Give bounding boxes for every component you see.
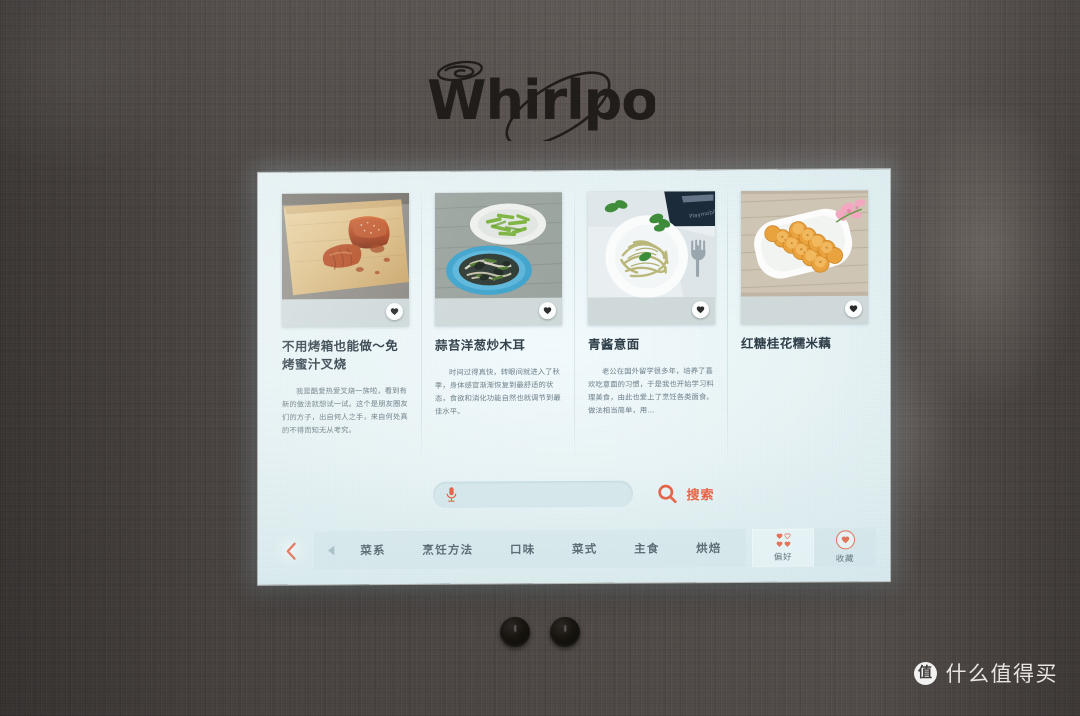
recipe-thumbnail[interactable] [741,190,868,324]
search-label: 搜索 [686,487,715,503]
watermark: 值 什么值得买 [913,658,1059,688]
door-knob-left[interactable] [500,617,530,647]
preferences-label: 偏好 [773,552,793,563]
nav-prev-button[interactable] [320,545,342,556]
back-button[interactable] [274,533,308,568]
tab-cooking-method[interactable]: 烹饪方法 [422,542,473,558]
recipe-card[interactable]: 不用烤箱也能做～免烤蜜汁叉烧 我是酷爱热爱叉烧一族啦，看到有新的做法就想试一试。… [268,180,421,473]
category-tab-strip: 菜系 烹饪方法 口味 菜式 主食 烘焙 [314,528,746,570]
heart-icon [390,308,399,315]
recipe-thumbnail[interactable] [282,193,409,327]
favorite-badge[interactable] [845,300,862,318]
favorite-badge[interactable] [386,303,403,321]
tab-flavor[interactable]: 口味 [510,541,536,557]
microphone-icon[interactable] [445,487,458,503]
recipe-photo-char-siu [282,193,409,300]
recipe-description: 老公在国外留学很多年，培养了喜欢吃意面的习惯，于是我也开始学习料理美食，由此也爱… [588,366,714,415]
heart-icon [543,307,552,315]
recipe-thumbnail[interactable] [435,192,562,326]
recipe-description: 时间过得真快，转眼间就进入了秋季，身体感官渐渐恢复到最舒适的状态，食欲和消化功能… [435,367,561,416]
magnifier-icon [657,483,678,504]
bottom-navigation-bar: 菜系 烹饪方法 口味 菜式 主食 烘焙 偏好 收藏 [258,521,890,577]
favorite-badge[interactable] [692,301,709,319]
hearts-grid-icon [776,533,791,548]
tab-staple-food[interactable]: 主食 [634,540,660,556]
tab-baking[interactable]: 烘焙 [696,540,722,556]
watermark-text: 什么值得买 [945,662,1058,686]
recipe-title: 青酱意面 [588,336,640,352]
triangle-left-icon [327,545,334,556]
tab-cuisine[interactable]: 菜系 [360,542,386,558]
ambient-glare-topleft [0,0,200,180]
category-tabs: 菜系 烹饪方法 口味 菜式 主食 烘焙 [342,540,740,558]
recipe-card[interactable]: Playmobil 青酱意面 老公在国外留学很多年，培养了喜欢吃意面的习惯，于是… [574,178,727,471]
recipe-thumbnail[interactable]: Playmobil [588,191,715,325]
recipe-card[interactable]: 红糖桂花糯米藕 [727,177,880,470]
chevron-left-icon [286,542,296,560]
door-knob-row [0,617,1080,647]
smart-display-screen[interactable]: 不用烤箱也能做～免烤蜜汁叉烧 我是酷爱热爱叉烧一族啦，看到有新的做法就想试一试。… [258,169,890,585]
favorite-badge[interactable] [539,302,556,320]
recipe-title: 蒜苔洋葱炒木耳 [435,337,526,353]
recipe-photo-lotus-root [741,190,868,297]
recipe-title: 红糖桂花糯米藕 [741,335,832,351]
search-input[interactable] [468,487,622,501]
tab-dish-style[interactable]: 菜式 [572,541,598,557]
heart-circle-icon [835,530,855,550]
recipe-photo-pesto-pasta: Playmobil [588,191,715,298]
recipe-title: 不用烤箱也能做～免烤蜜汁叉烧 [282,338,399,372]
search-button[interactable]: 搜索 [657,483,715,504]
search-field[interactable] [433,480,634,508]
side-action-group: 偏好 收藏 [752,528,876,567]
favorites-button[interactable]: 收藏 [814,528,876,566]
recipe-card[interactable]: 蒜苔洋葱炒木耳 时间过得真快，转眼间就进入了秋季，身体感官渐渐恢复到最舒适的状态… [421,179,574,472]
door-knob-right[interactable] [550,617,580,647]
watermark-badge: 值 [913,661,937,685]
heart-icon [849,305,858,313]
heart-icon [696,306,705,314]
preferences-button[interactable]: 偏好 [752,528,814,567]
recipe-description: 我是酷爱热爱叉烧一族啦，看到有新的做法就想试一试。这个是朋友圈友们的方子，出自何… [282,386,408,435]
favorites-label: 收藏 [835,554,855,565]
recipe-card-list: 不用烤箱也能做～免烤蜜汁叉烧 我是酷爱热爱叉烧一族啦，看到有新的做法就想试一试。… [268,177,880,473]
recipe-photo-stirfry [435,192,562,299]
search-row: 搜索 [258,469,890,519]
recipe-description [741,364,868,365]
